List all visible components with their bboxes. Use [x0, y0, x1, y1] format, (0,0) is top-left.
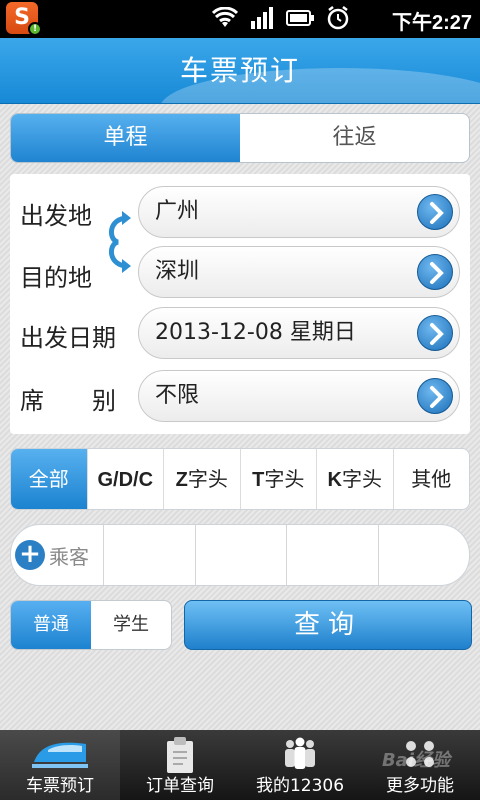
tab-ticket-booking[interactable]: 车票预订	[0, 730, 120, 800]
origin-value: 广州	[155, 199, 200, 224]
swap-stations-icon[interactable]	[104, 210, 134, 274]
date-field[interactable]: 2013-12-08 星期日	[138, 307, 460, 359]
page-title: 车票预订	[179, 54, 300, 87]
filter-gdc[interactable]: G/D/C	[86, 449, 164, 509]
filter-gdc-label: G/D/C	[97, 469, 154, 491]
filter-k-letter: K	[327, 469, 342, 491]
train-type-filter: 全部 G/D/C Z字头 T字头 K字头 其他	[10, 448, 470, 510]
filter-all[interactable]: 全部	[11, 449, 87, 509]
tab-label: 更多功能	[386, 776, 454, 796]
filter-k-suffix: 字头	[341, 467, 382, 491]
filter-k[interactable]: K字头	[316, 449, 393, 509]
people-icon	[285, 737, 315, 769]
seat-class-field[interactable]: 不限	[138, 370, 460, 422]
chevron-right-icon[interactable]	[417, 378, 453, 414]
status-bar: S ! 下午2:27	[0, 0, 480, 38]
battery-icon	[286, 10, 314, 26]
search-button[interactable]: 查询	[184, 600, 472, 650]
filter-t[interactable]: T字头	[239, 449, 317, 509]
seat-value: 不限	[155, 383, 200, 408]
add-passenger-button[interactable]: + 乘客	[11, 525, 103, 585]
destination-value: 深圳	[155, 259, 200, 284]
chevron-right-icon[interactable]	[417, 315, 453, 351]
trip-type-toggle: 单程 往返	[10, 113, 470, 163]
chevron-right-icon[interactable]	[417, 194, 453, 230]
tab-order-query[interactable]: 订单查询	[120, 730, 240, 800]
add-passenger-label: 乘客	[49, 544, 89, 569]
header-bar: 车票预订	[0, 38, 480, 104]
filter-z[interactable]: Z字头	[163, 449, 240, 509]
filter-z-letter: Z	[175, 469, 188, 491]
alarm-clock-icon	[327, 6, 349, 30]
plus-icon: +	[15, 540, 45, 570]
signal-icon	[251, 7, 273, 29]
destination-field[interactable]: 深圳	[138, 246, 460, 298]
status-icons	[212, 6, 350, 30]
filter-z-suffix: 字头	[187, 467, 228, 491]
watermark: Bai经验	[381, 750, 450, 771]
ptype-student[interactable]: 学生	[91, 601, 171, 649]
filter-t-letter: T	[252, 469, 265, 491]
chevron-right-icon[interactable]	[417, 254, 453, 290]
wifi-icon	[212, 7, 238, 27]
clipboard-icon	[167, 737, 193, 773]
passenger-slot[interactable]	[286, 525, 378, 585]
date-label: 出发日期	[20, 324, 116, 352]
passenger-type-toggle: 普通 学生	[10, 600, 172, 650]
passenger-strip: + 乘客	[10, 524, 470, 586]
date-value: 2013-12-08 星期日	[155, 320, 356, 345]
origin-field[interactable]: 广州	[138, 186, 460, 238]
tab-label: 我的12306	[255, 776, 345, 796]
tab-one-way[interactable]: 单程	[11, 114, 240, 162]
seat-label: 席 别	[20, 387, 116, 415]
tab-label: 车票预订	[26, 776, 94, 796]
passenger-slot[interactable]	[377, 525, 470, 585]
clock-time: 下午2:27	[391, 12, 472, 34]
bottom-tab-bar: 车票预订 订单查询 我的12306 更多功能 Bai经验	[0, 730, 480, 800]
ptype-regular[interactable]: 普通	[11, 601, 91, 649]
filter-t-suffix: 字头	[264, 467, 305, 491]
destination-label: 目的地	[20, 264, 92, 292]
passenger-slot[interactable]	[194, 525, 287, 585]
train-icon	[32, 742, 88, 768]
origin-label: 出发地	[20, 202, 92, 230]
app-notification-icon[interactable]: S !	[6, 2, 42, 36]
tab-round-trip[interactable]: 往返	[240, 114, 469, 162]
booking-form: 出发地 广州 目的地 深圳 出发日期 2013-12-08 星期日 席 别 不限	[10, 174, 470, 434]
tab-my-12306[interactable]: 我的12306	[240, 730, 360, 800]
passenger-slot[interactable]	[103, 525, 195, 585]
tab-label: 订单查询	[146, 776, 214, 796]
filter-other[interactable]: 其他	[392, 449, 470, 509]
update-dot-icon: !	[28, 22, 42, 36]
